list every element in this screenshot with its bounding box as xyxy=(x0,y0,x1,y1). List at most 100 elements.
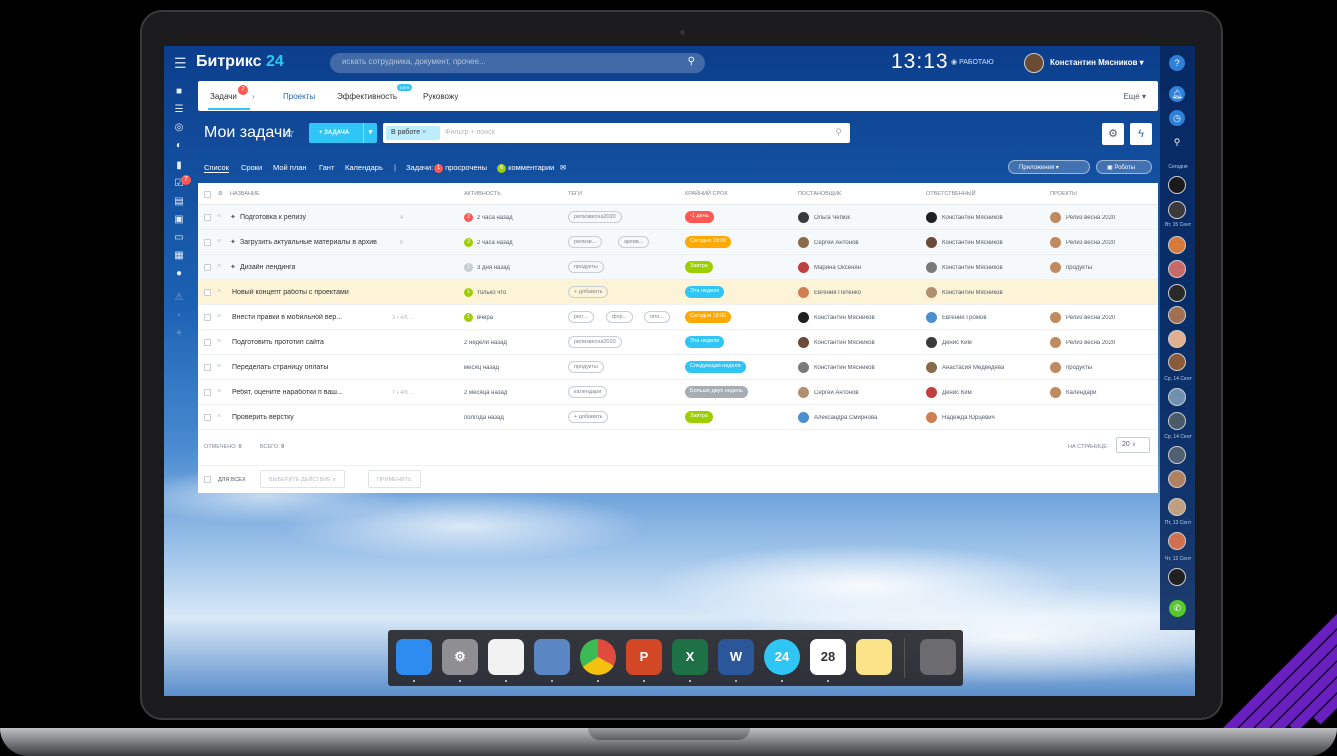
row-checkbox[interactable] xyxy=(204,289,211,296)
responsible-name[interactable]: Анастасия Медведева xyxy=(942,365,1004,371)
row-menu-icon[interactable]: ≡ xyxy=(217,213,221,220)
tag[interactable]: календари xyxy=(568,386,608,398)
contact-avatar[interactable] xyxy=(1168,330,1186,348)
responsible-name[interactable]: Евгений Громов xyxy=(942,315,987,321)
filter-search-input[interactable]: В работе × Фильтр + поиск ⚲ xyxy=(383,123,850,143)
project-name[interactable]: Релиз весна 2020 xyxy=(1066,340,1115,346)
contact-avatar[interactable] xyxy=(1168,201,1186,219)
per-page-select[interactable]: 20 ∨ xyxy=(1116,437,1150,453)
row-checkbox[interactable] xyxy=(204,339,211,346)
pin-icon[interactable]: ✦ xyxy=(230,263,236,271)
user-avatar[interactable] xyxy=(1024,53,1044,73)
project-name[interactable]: Календари xyxy=(1066,390,1097,396)
work-status[interactable]: ◉ РАБОТАЮ xyxy=(951,58,994,66)
contact-avatar[interactable] xyxy=(1168,412,1186,430)
for-all-checkbox[interactable] xyxy=(204,476,211,483)
task-name[interactable]: Дизайн лендинга xyxy=(240,264,295,271)
tab-manager[interactable]: Руковожу xyxy=(423,92,458,101)
row-checkbox[interactable] xyxy=(204,364,211,371)
search-input[interactable]: искать сотрудника, документ, прочее... ⚲ xyxy=(330,53,705,73)
notifications-icon[interactable]: 🔔︎ xyxy=(1169,86,1185,102)
deadline-badge[interactable]: -1 день xyxy=(685,211,714,223)
preview-icon[interactable] xyxy=(534,639,570,675)
help-icon[interactable]: ? xyxy=(1169,55,1185,71)
row-menu-icon[interactable]: ≡ xyxy=(217,338,221,345)
filter-icon[interactable]: ☰ xyxy=(173,104,185,116)
tab-tasks[interactable]: Задачи xyxy=(210,92,237,101)
deadline-badge[interactable]: Эта неделя xyxy=(685,336,725,348)
deadline-badge[interactable]: Завтра xyxy=(685,261,713,273)
calendar-icon[interactable]: ▣ xyxy=(173,214,185,226)
creator-name[interactable]: Марина Оксенян xyxy=(814,265,861,271)
contact-avatar[interactable] xyxy=(1168,236,1186,254)
read-all-icon[interactable]: ✉ xyxy=(560,163,566,172)
project-name[interactable]: Релиз весна 2020 xyxy=(1066,215,1115,221)
creator-name[interactable]: Сергей Антонов xyxy=(814,240,859,246)
tab-efficiency[interactable]: Эффективность xyxy=(337,92,397,101)
tag[interactable]: + добавить xyxy=(568,411,609,423)
row-checkbox[interactable] xyxy=(204,389,211,396)
select-all-checkbox[interactable] xyxy=(204,191,211,198)
responsible-name[interactable]: Константин Мясников xyxy=(942,215,1003,221)
notes-icon[interactable] xyxy=(856,639,892,675)
overdue-counter[interactable]: 1 просрочены xyxy=(434,163,487,173)
contact-avatar[interactable] xyxy=(1168,353,1186,371)
tag[interactable]: архив... xyxy=(618,236,650,248)
star-icon[interactable]: ☆ xyxy=(284,126,295,140)
more-icon[interactable]: ● xyxy=(173,268,185,280)
creator-name[interactable]: Константин Мясников xyxy=(814,365,875,371)
word-icon[interactable]: W xyxy=(718,639,754,675)
tag[interactable]: релизвесна2020 xyxy=(568,211,622,223)
powerpoint-icon[interactable]: P xyxy=(626,639,662,675)
view-myplan[interactable]: Мой план xyxy=(273,163,307,172)
tag[interactable]: продукты xyxy=(568,261,604,273)
logo[interactable]: Битрикс 24 xyxy=(196,53,284,71)
deadline-badge[interactable]: Сегодня 19:00 xyxy=(685,311,732,323)
chevron-right-icon[interactable]: › xyxy=(252,92,255,101)
project-name[interactable]: Релиз весна 2020 xyxy=(1066,240,1115,246)
row-menu-icon[interactable]: ≡ xyxy=(217,263,221,270)
column-header[interactable]: АКТИВНОСТЬ xyxy=(464,191,501,197)
more-menu[interactable]: Еще ▾ xyxy=(1123,92,1146,101)
task-name[interactable]: Подготовить прототип сайта xyxy=(232,339,324,346)
task-name[interactable]: Переделать страницу оплаты xyxy=(232,364,328,371)
add-icon[interactable]: + xyxy=(173,328,185,340)
calendar-icon[interactable]: 28 xyxy=(810,639,846,675)
row-menu-icon[interactable]: ≡ xyxy=(217,363,221,370)
contact-avatar[interactable] xyxy=(1168,498,1186,516)
contact-avatar[interactable] xyxy=(1168,568,1186,586)
creator-name[interactable]: Ольга Чепюк xyxy=(814,215,850,221)
drive-icon[interactable]: ▤ xyxy=(173,196,185,208)
deadline-badge[interactable]: Сегодня 19:00 xyxy=(685,236,732,248)
contact-avatar[interactable] xyxy=(1168,532,1186,550)
row-menu-icon[interactable]: ≡ xyxy=(217,288,221,295)
comments-counter[interactable]: 6 комментарии xyxy=(497,163,554,173)
column-header[interactable]: ОТВЕТСТВЕННЫЙ xyxy=(926,191,976,197)
view-deadlines[interactable]: Сроки xyxy=(241,163,262,172)
contact-avatar[interactable] xyxy=(1168,446,1186,464)
creator-name[interactable]: Константин Мясников xyxy=(814,340,875,346)
mail-icon[interactable]: ▭ xyxy=(173,232,185,244)
creator-name[interactable]: Сергей Антонов xyxy=(814,390,859,396)
tag[interactable]: опл... xyxy=(644,311,670,323)
contact-avatar[interactable] xyxy=(1168,284,1186,302)
filter-chip[interactable]: В работе × xyxy=(386,126,440,140)
view-list[interactable]: Список xyxy=(204,163,229,173)
project-name[interactable]: продукты xyxy=(1066,265,1092,271)
row-checkbox[interactable] xyxy=(204,264,211,271)
textedit-icon[interactable] xyxy=(488,639,524,675)
chat-icon[interactable]: ◎ xyxy=(173,122,185,134)
row-checkbox[interactable] xyxy=(204,414,211,421)
task-name[interactable]: Подготовка к релизу xyxy=(240,214,306,221)
finder-icon[interactable] xyxy=(396,639,432,675)
responsible-name[interactable]: Константин Мясников xyxy=(942,265,1003,271)
apps-icon[interactable]: ▦ xyxy=(173,250,185,262)
row-menu-icon[interactable]: ≡ xyxy=(217,388,221,395)
responsible-name[interactable]: Константин Мясников xyxy=(942,240,1003,246)
choose-action-select[interactable]: ВЫБЕРИТЕ ДЕЙСТВИЕ ∨ xyxy=(260,470,346,488)
tag[interactable]: рел... xyxy=(568,311,594,323)
apply-button[interactable]: ПРИМЕНИТЬ xyxy=(368,470,421,488)
row-checkbox[interactable] xyxy=(204,214,211,221)
table-row[interactable]: ≡ Подготовить прототип сайта 2 недели наза… xyxy=(198,330,1158,355)
row-checkbox[interactable] xyxy=(204,314,211,321)
